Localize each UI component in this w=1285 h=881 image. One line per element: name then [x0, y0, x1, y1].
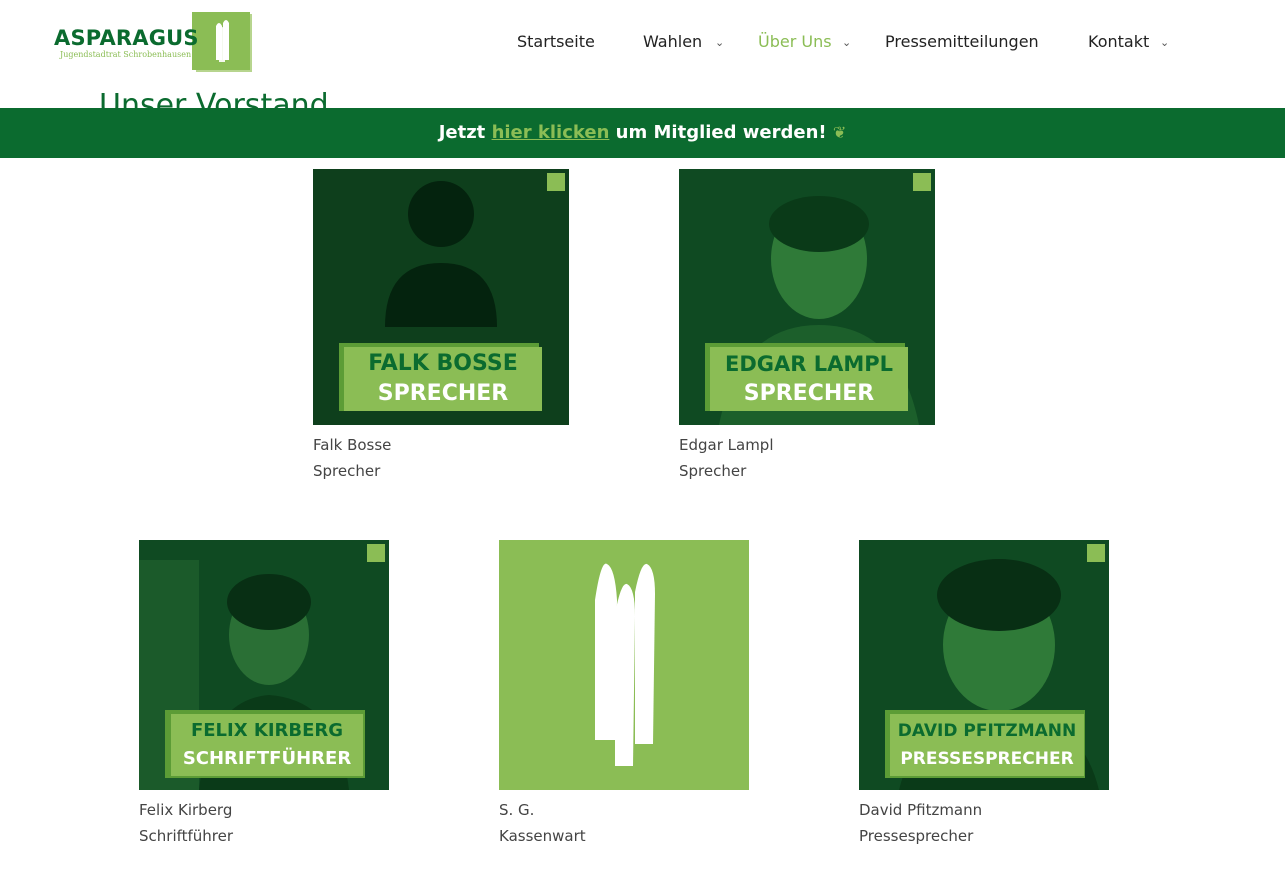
member-role: Sprecher — [313, 462, 381, 480]
name-plate: DAVID PFITZMANN PRESSESPRECHER — [890, 714, 1084, 776]
member-role: Kassenwart — [499, 827, 586, 845]
member-name: David Pfitzmann — [859, 801, 983, 819]
member-photo-sg — [499, 540, 749, 790]
member-photo-edgar-lampl: EDGAR LAMPL SPRECHER — [679, 169, 935, 425]
plate-name: EDGAR LAMPL — [724, 352, 894, 376]
asparagus-icon — [595, 563, 655, 766]
asparagus-icon — [216, 20, 229, 62]
logo-box — [192, 12, 250, 70]
asparagus-icon — [1087, 544, 1105, 562]
membership-banner: Jetzt hier klicken um Mitglied werden! ❦ — [0, 108, 1285, 158]
plate-name: DAVID PFITZMANN — [897, 721, 1077, 741]
plate-role: SPRECHER — [377, 381, 509, 406]
broccoli-icon: ❦ — [832, 123, 847, 142]
member-role: Pressesprecher — [859, 827, 974, 845]
member-photo-felix-kirberg: FELIX KIRBERG SCHRIFTFÜHRER — [139, 540, 389, 790]
member-role: Schriftführer — [139, 827, 234, 845]
asparagus-icon — [913, 173, 931, 191]
site-logo[interactable]: ASPARAGUS Jugendstadtrat Schrobenhausen — [54, 12, 254, 74]
name-plate: EDGAR LAMPL SPRECHER — [710, 347, 908, 411]
member-name: Edgar Lampl — [679, 436, 774, 454]
nav-pressemitteilungen[interactable]: Pressemitteilungen — [885, 32, 1039, 52]
member-name: S. G. — [499, 801, 535, 819]
nav-wahlen[interactable]: Wahlen — [643, 32, 702, 52]
asparagus-icon — [547, 173, 565, 191]
member-role: Sprecher — [679, 462, 747, 480]
plate-name: FALK BOSSE — [368, 351, 518, 376]
banner-suffix: um Mitglied werden! — [615, 122, 827, 143]
name-plate: FALK BOSSE SPRECHER — [344, 347, 542, 411]
plate-role: PRESSESPRECHER — [900, 749, 1074, 769]
chevron-down-icon[interactable]: ⌄ — [842, 36, 851, 49]
name-plate: FELIX KIRBERG SCHRIFTFÜHRER — [171, 714, 363, 776]
member-photo-falk-bosse: FALK BOSSE SPRECHER — [313, 169, 569, 425]
plate-name: FELIX KIRBERG — [190, 720, 344, 741]
plate-role: SPRECHER — [743, 381, 875, 406]
nav-kontakt[interactable]: Kontakt — [1088, 32, 1149, 52]
plate-role: SCHRIFTFÜHRER — [182, 748, 352, 769]
nav-startseite[interactable]: Startseite — [517, 32, 595, 52]
banner-prefix: Jetzt — [438, 122, 486, 143]
chevron-down-icon[interactable]: ⌄ — [1160, 36, 1169, 49]
member-photo-david-pfitzmann: DAVID PFITZMANN PRESSESPRECHER — [859, 540, 1109, 790]
brand-name: ASPARAGUS — [54, 26, 199, 50]
nav-ueber-uns[interactable]: Über Uns — [758, 32, 832, 52]
banner-link[interactable]: hier klicken — [492, 122, 610, 143]
member-name: Felix Kirberg — [139, 801, 233, 819]
brand-subtitle: Jugendstadtrat Schrobenhausen — [60, 50, 192, 59]
chevron-down-icon[interactable]: ⌄ — [715, 36, 724, 49]
asparagus-icon — [367, 544, 385, 562]
member-name: Falk Bosse — [313, 436, 392, 454]
